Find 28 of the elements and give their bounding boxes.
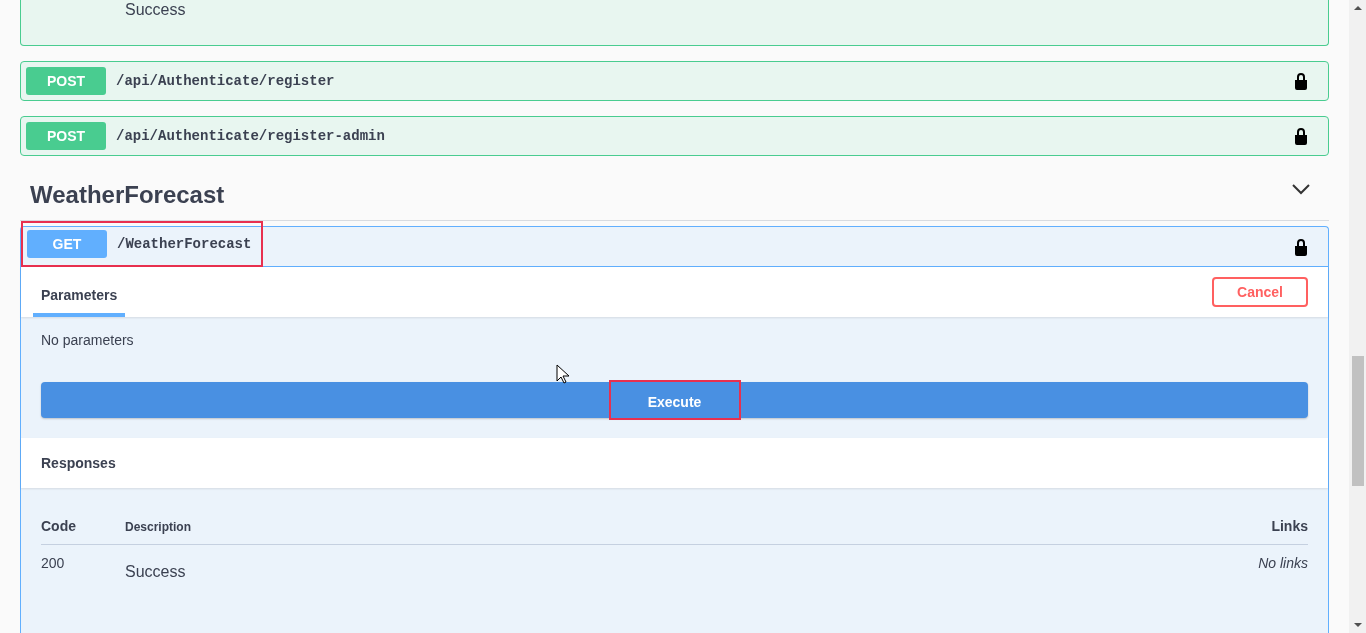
lock-icon[interactable] <box>1294 237 1308 256</box>
section-title: WeatherForecast <box>30 180 226 209</box>
method-badge: GET <box>27 229 107 258</box>
column-header: Code <box>41 518 77 534</box>
lock-icon[interactable] <box>1294 72 1308 90</box>
endpoint-path: /api/Authenticate/register <box>115 73 335 89</box>
responses-title: Responses <box>41 455 116 471</box>
table-cell-text: No links <box>1257 555 1308 573</box>
lock-icon[interactable] <box>1294 127 1308 145</box>
scrollbar[interactable] <box>1349 0 1366 633</box>
table-cell-text: Success <box>125 563 187 581</box>
highlight-frame[interactable]: GET /WeatherForecast <box>21 220 264 267</box>
operation-summary[interactable]: POST /api/Authenticate/register <box>20 61 1329 101</box>
section-header[interactable]: WeatherForecast <box>20 156 1329 221</box>
response-description: Success <box>125 1 187 19</box>
table-cell-text: 200 <box>41 555 66 573</box>
tab[interactable]: Parameters <box>33 273 126 317</box>
cursor-icon <box>556 364 570 384</box>
chevron-icon[interactable] <box>1291 183 1311 195</box>
endpoint-path: /WeatherForecast <box>116 235 252 252</box>
endpoint-path: /api/Authenticate/register-admin <box>115 128 385 144</box>
scrollbar-thumb[interactable] <box>1351 356 1364 486</box>
method-badge: POST <box>26 122 106 150</box>
method-badge: POST <box>26 67 106 95</box>
no-parameters-text: No parameters <box>41 332 135 348</box>
column-header: Links <box>1270 518 1308 534</box>
column-header: Description <box>125 520 192 534</box>
operation-summary[interactable]: POST /api/Authenticate/register-admin <box>20 116 1329 156</box>
